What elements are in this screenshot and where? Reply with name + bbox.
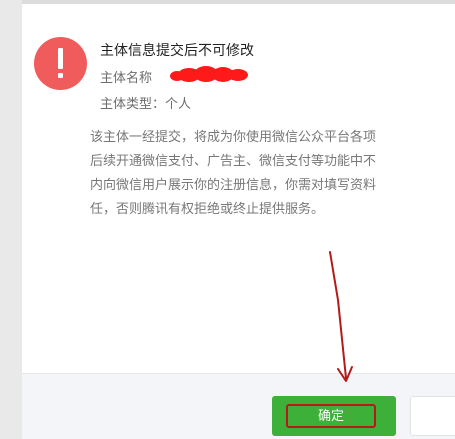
exclamation-dot [58, 73, 63, 78]
redaction-scribble [170, 66, 248, 83]
dialog-description: 该主体一经提交，将成为你使用微信公众平台各项 后续开通微信支付、广告主、微信支付… [90, 126, 455, 222]
confirm-button[interactable]: 确定 [272, 396, 396, 436]
dialog-title: 主体信息提交后不可修改 [100, 43, 254, 59]
cancel-button[interactable] [410, 396, 455, 436]
description-line: 内向微信用户展示你的注册信息，你需对填写资料 [90, 178, 377, 193]
description-line: 该主体一经提交，将成为你使用微信公众平台各项 [90, 130, 377, 145]
description-line: 后续开通微信支付、广告主、微信支付等功能中不 [90, 154, 377, 169]
description-line: 任，否则腾讯有权拒绝或终止提供服务。 [90, 202, 325, 217]
subject-name-label: 主体名称 [100, 71, 153, 86]
dialog-footer: 确定 [22, 373, 455, 439]
confirm-button-label: 确定 [286, 404, 376, 428]
confirm-dialog: 主体信息提交后不可修改 主体名称 主体类型：个人 该主体一经提交，将成为你使用微… [22, 0, 455, 439]
exclamation-bar [58, 48, 63, 69]
subject-type-label: 主体类型：个人 [100, 97, 192, 112]
exclamation-icon [34, 37, 87, 90]
dialog-top-edge [22, 0, 455, 4]
